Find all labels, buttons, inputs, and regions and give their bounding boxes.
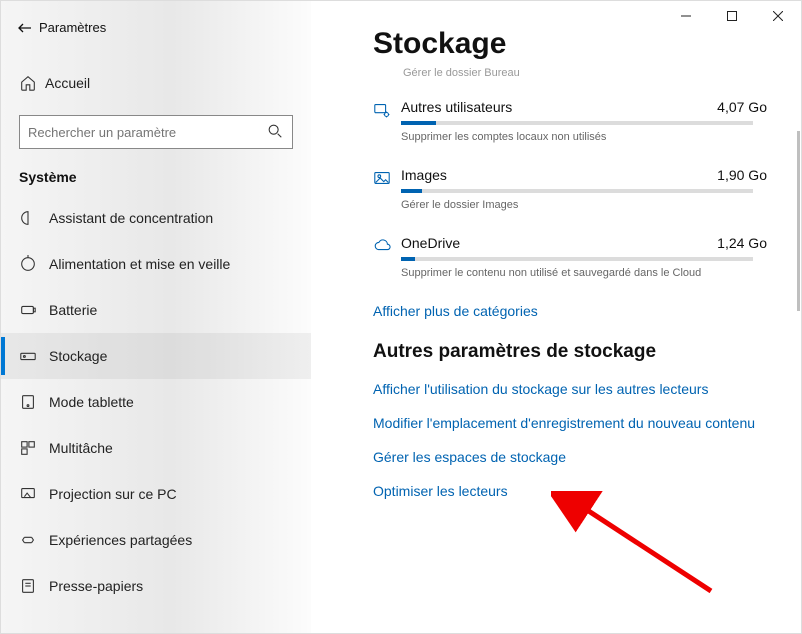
nav-icon [19, 347, 49, 365]
section-heading: Système [1, 161, 311, 195]
settings-link-1[interactable]: Modifier l'emplacement d'enregistrement … [373, 415, 771, 431]
nav-label: Projection sur ce PC [49, 486, 177, 502]
window-controls [663, 1, 801, 31]
settings-link-0[interactable]: Afficher l'utilisation du stockage sur l… [373, 381, 771, 397]
nav-icon [19, 255, 49, 273]
links-list: Afficher l'utilisation du stockage sur l… [373, 381, 771, 499]
nav-list: Assistant de concentration Alimentation e… [1, 195, 311, 609]
nav-label: Batterie [49, 302, 97, 318]
sidebar: Paramètres Accueil Système Assistant de … [1, 1, 311, 633]
storage-label: Images [401, 167, 447, 183]
storage-icon [373, 235, 401, 279]
sidebar-item-1[interactable]: Alimentation et mise en veille [1, 241, 311, 287]
nav-label: Expériences partagées [49, 532, 192, 548]
section2-heading: Autres paramètres de stockage [373, 341, 771, 363]
back-arrow-icon [17, 19, 39, 36]
sidebar-home[interactable]: Accueil [1, 63, 311, 103]
home-label: Accueil [45, 75, 90, 91]
storage-bar [401, 121, 753, 125]
scrollbar-thumb[interactable] [797, 131, 800, 311]
storage-list: Autres utilisateurs 4,07 Go Supprimer les … [373, 99, 771, 279]
nav-icon [19, 485, 49, 503]
previous-hint: Gérer le dossier Bureau [403, 67, 771, 79]
storage-item[interactable]: Autres utilisateurs 4,07 Go Supprimer les … [373, 99, 771, 143]
close-button[interactable] [755, 1, 801, 31]
sidebar-item-5[interactable]: Multitâche [1, 425, 311, 471]
storage-label: Autres utilisateurs [401, 99, 512, 115]
storage-size: 1,90 Go [717, 167, 771, 183]
nav-label: Mode tablette [49, 394, 134, 410]
storage-icon [373, 167, 401, 211]
nav-label: Stockage [49, 348, 107, 364]
storage-icon [373, 99, 401, 143]
window-title: Paramètres [39, 20, 106, 35]
sidebar-item-6[interactable]: Projection sur ce PC [1, 471, 311, 517]
page-title: Stockage [373, 27, 771, 61]
nav-label: Multitâche [49, 440, 113, 456]
sidebar-item-2[interactable]: Batterie [1, 287, 311, 333]
sidebar-item-4[interactable]: Mode tablette [1, 379, 311, 425]
nav-icon [19, 531, 49, 549]
storage-bar [401, 189, 753, 193]
nav-icon [19, 439, 49, 457]
storage-hint: Gérer le dossier Images [401, 199, 771, 211]
nav-label: Presse-papiers [49, 578, 143, 594]
search-input[interactable] [28, 125, 266, 140]
maximize-button[interactable] [709, 1, 755, 31]
nav-icon [19, 301, 49, 319]
storage-label: OneDrive [401, 235, 460, 251]
nav-icon [19, 393, 49, 411]
storage-bar [401, 257, 753, 261]
nav-icon [19, 209, 49, 227]
back-button[interactable]: Paramètres [1, 9, 311, 45]
sidebar-item-7[interactable]: Expériences partagées [1, 517, 311, 563]
sidebar-item-0[interactable]: Assistant de concentration [1, 195, 311, 241]
storage-hint: Supprimer le contenu non utilisé et sauv… [401, 267, 771, 279]
show-more-link[interactable]: Afficher plus de catégories [373, 303, 771, 319]
sidebar-item-3[interactable]: Stockage [1, 333, 311, 379]
sidebar-item-8[interactable]: Presse-papiers [1, 563, 311, 609]
storage-size: 1,24 Go [717, 235, 771, 251]
nav-label: Alimentation et mise en veille [49, 256, 230, 272]
storage-item[interactable]: Images 1,90 Go Gérer le dossier Images [373, 167, 771, 211]
settings-link-2[interactable]: Gérer les espaces de stockage [373, 449, 771, 465]
nav-label: Assistant de concentration [49, 210, 213, 226]
storage-size: 4,07 Go [717, 99, 771, 115]
search-icon [266, 122, 284, 143]
settings-link-3[interactable]: Optimiser les lecteurs [373, 483, 771, 499]
home-icon [19, 74, 45, 92]
search-box[interactable] [19, 115, 293, 149]
storage-hint: Supprimer les comptes locaux non utilisé… [401, 131, 771, 143]
storage-item[interactable]: OneDrive 1,24 Go Supprimer le contenu non … [373, 235, 771, 279]
minimize-button[interactable] [663, 1, 709, 31]
nav-icon [19, 577, 49, 595]
main-content: Stockage Gérer le dossier Bureau Autres … [311, 1, 801, 633]
